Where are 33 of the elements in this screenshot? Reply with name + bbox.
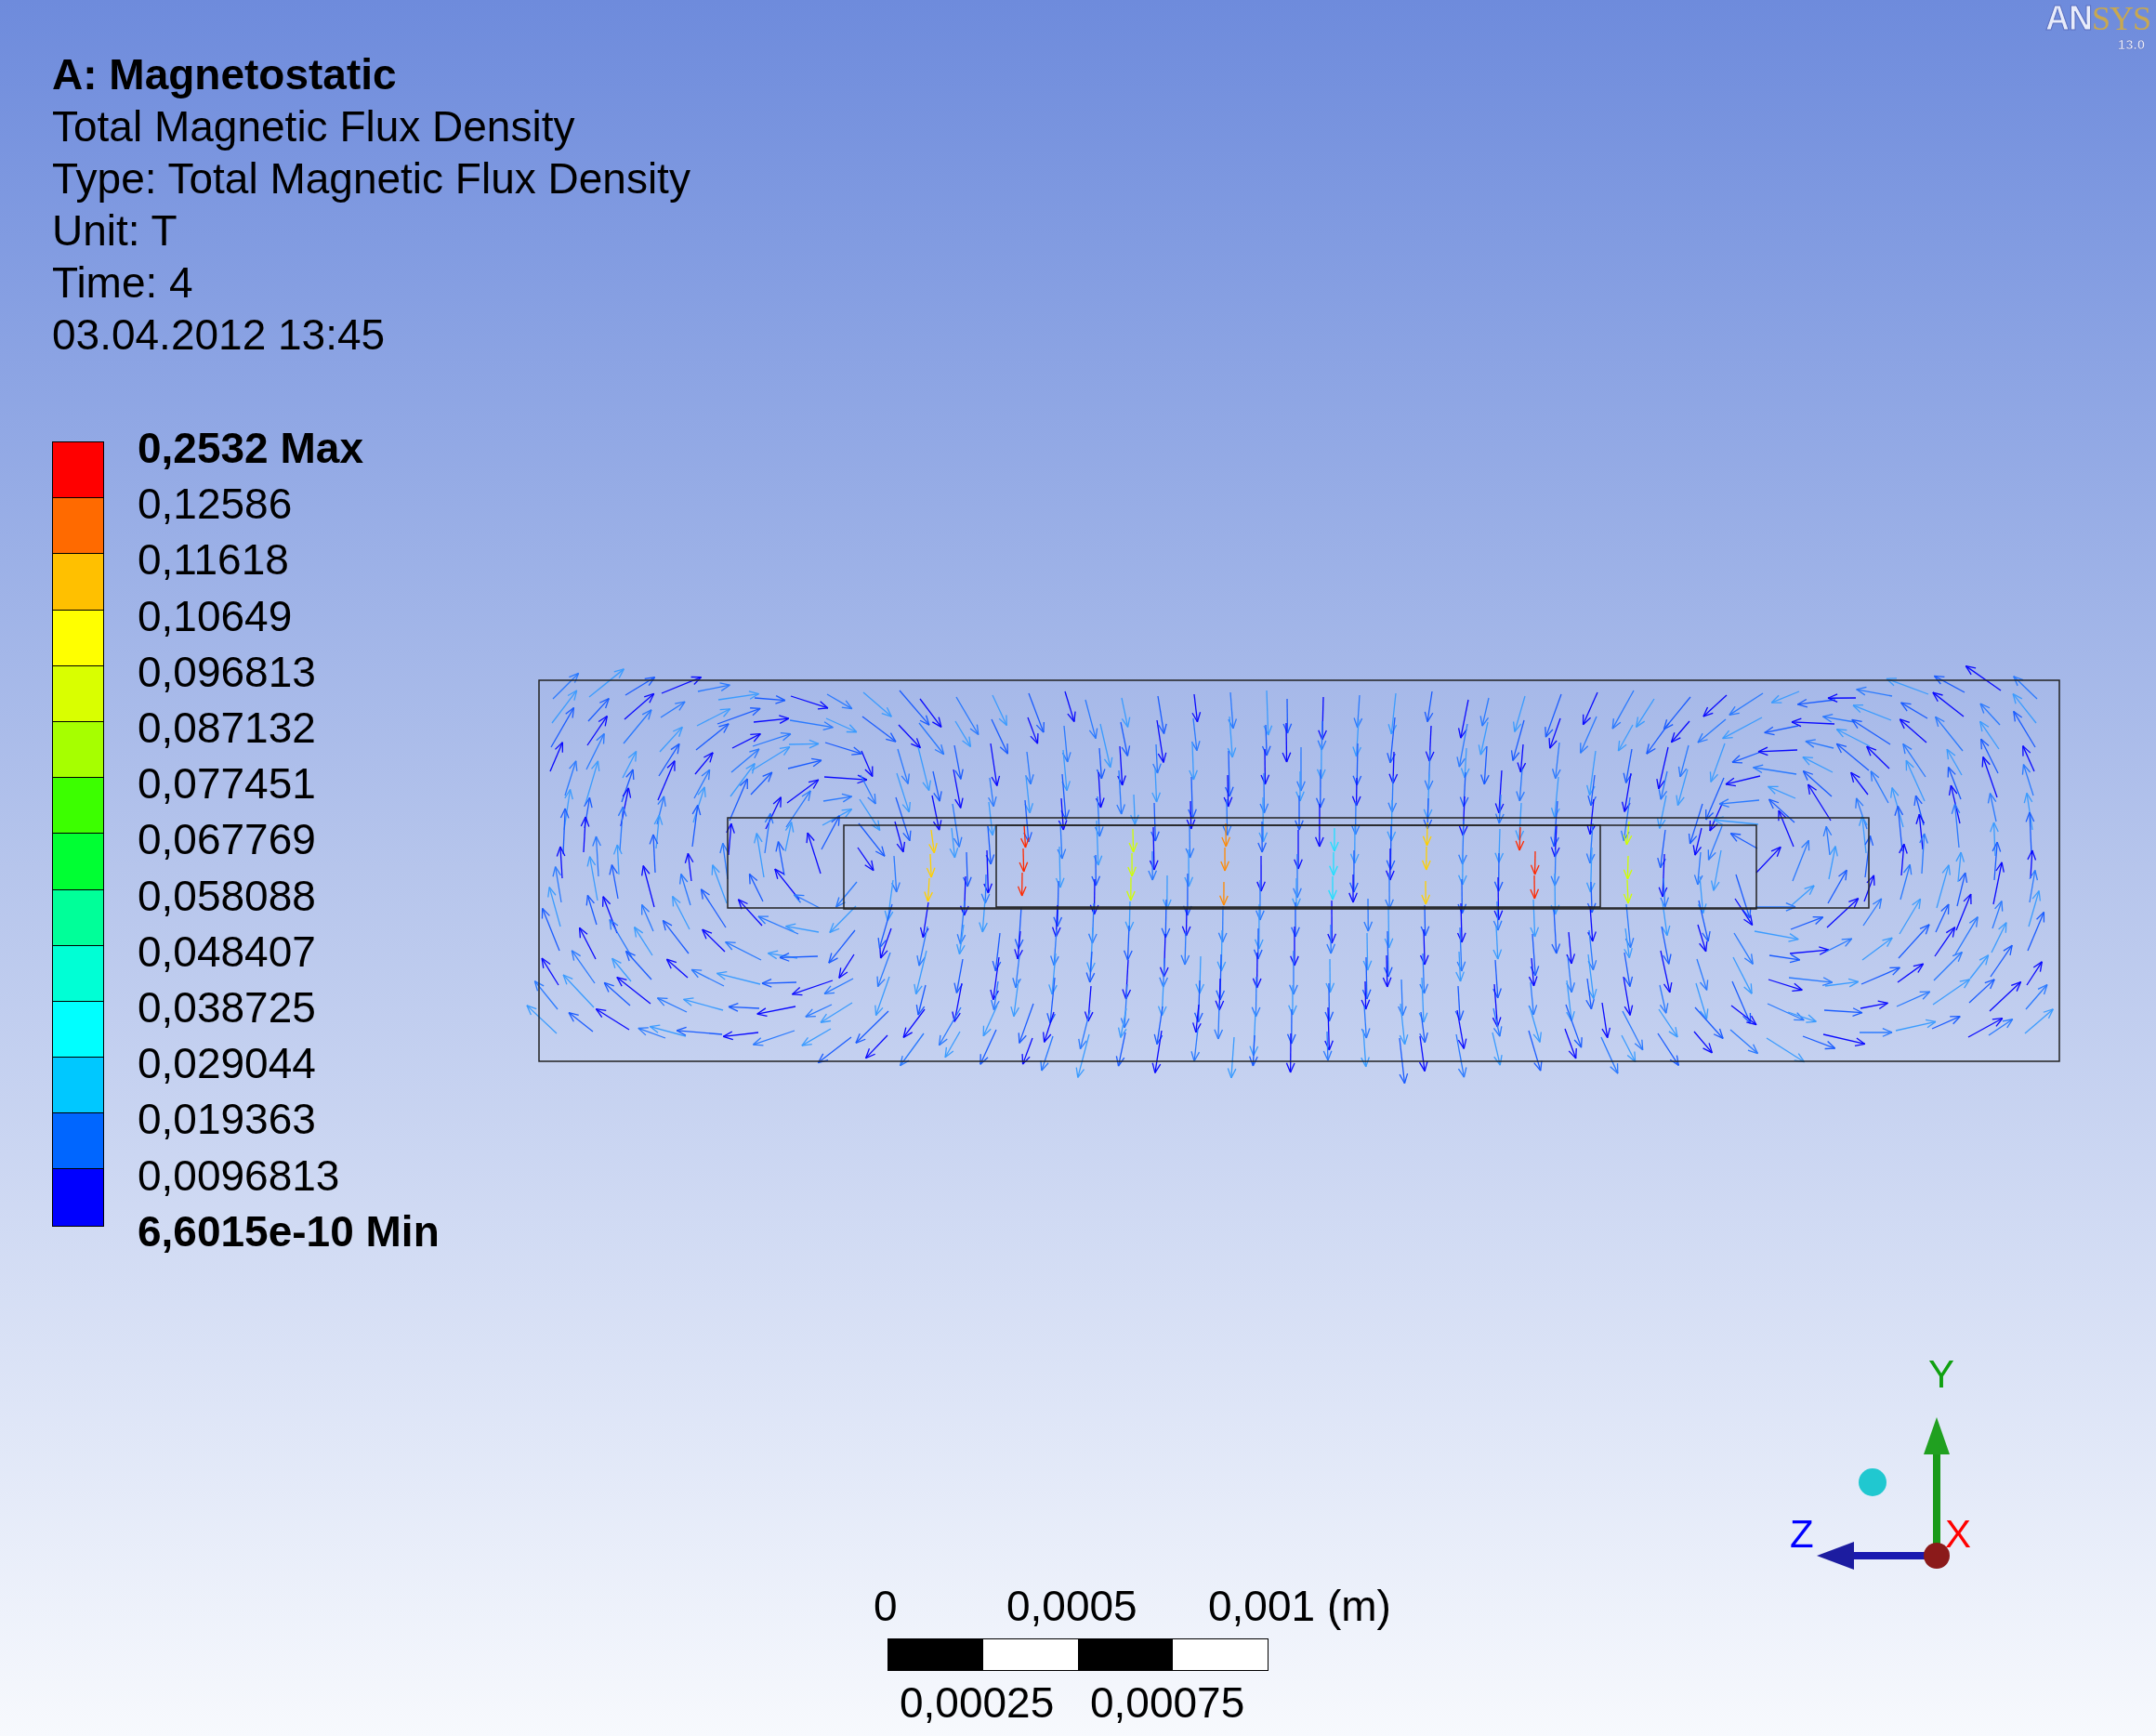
legend-value-label: 0,087132 bbox=[138, 703, 317, 754]
legend-value-label: 0,048407 bbox=[138, 926, 317, 978]
plot-info-text: Total Magnetic Flux Density bbox=[52, 101, 576, 152]
plot-title: A: Magnetostatic bbox=[52, 49, 398, 100]
logo-text: SYS bbox=[2091, 0, 2150, 37]
legend-value-label: 0,029044 bbox=[138, 1038, 317, 1090]
plot-info-text: Unit: T bbox=[52, 205, 178, 256]
scale-label: 0,0005 bbox=[1006, 1581, 1137, 1632]
legend-value-label: 0,019363 bbox=[138, 1094, 317, 1146]
legend-value-label: 0,067769 bbox=[138, 814, 317, 866]
scale-label: 0,00025 bbox=[900, 1677, 1055, 1729]
plot-info-text: Type: Total Magnetic Flux Density bbox=[52, 153, 690, 204]
legend-value-label: 0,12586 bbox=[138, 479, 294, 531]
legend-value-label: 0,058088 bbox=[138, 870, 317, 922]
sphere-icon bbox=[1859, 1468, 1886, 1496]
legend-value-label: 0,10649 bbox=[138, 590, 294, 642]
plot-info-text: 03.04.2012 13:45 bbox=[52, 309, 387, 361]
plot-info-text: Time: 4 bbox=[52, 257, 194, 309]
legend-value-label: 6,6015e-10 Min bbox=[138, 1205, 440, 1257]
scale-label: 0 bbox=[874, 1581, 898, 1632]
version-text: 13.0 bbox=[2117, 37, 2146, 52]
legend-value-label: 0,077451 bbox=[138, 758, 317, 810]
scale-label: 0,00075 bbox=[1090, 1677, 1245, 1729]
axis-label: Y bbox=[1928, 1353, 1954, 1396]
axis-label: X bbox=[1945, 1513, 1971, 1556]
scale-label: 0,001 (m) bbox=[1208, 1581, 1391, 1632]
legend-value-label: 0,11618 bbox=[138, 534, 290, 586]
legend-value-label: 0,038725 bbox=[138, 982, 317, 1034]
axis-label: Z bbox=[1790, 1513, 1814, 1556]
logo-text: AN bbox=[2044, 0, 2092, 37]
legend-value-label: 0,0096813 bbox=[138, 1150, 341, 1202]
legend-value-label: 0,2532 Max bbox=[138, 423, 364, 474]
legend-value-label: 0,096813 bbox=[138, 646, 317, 698]
